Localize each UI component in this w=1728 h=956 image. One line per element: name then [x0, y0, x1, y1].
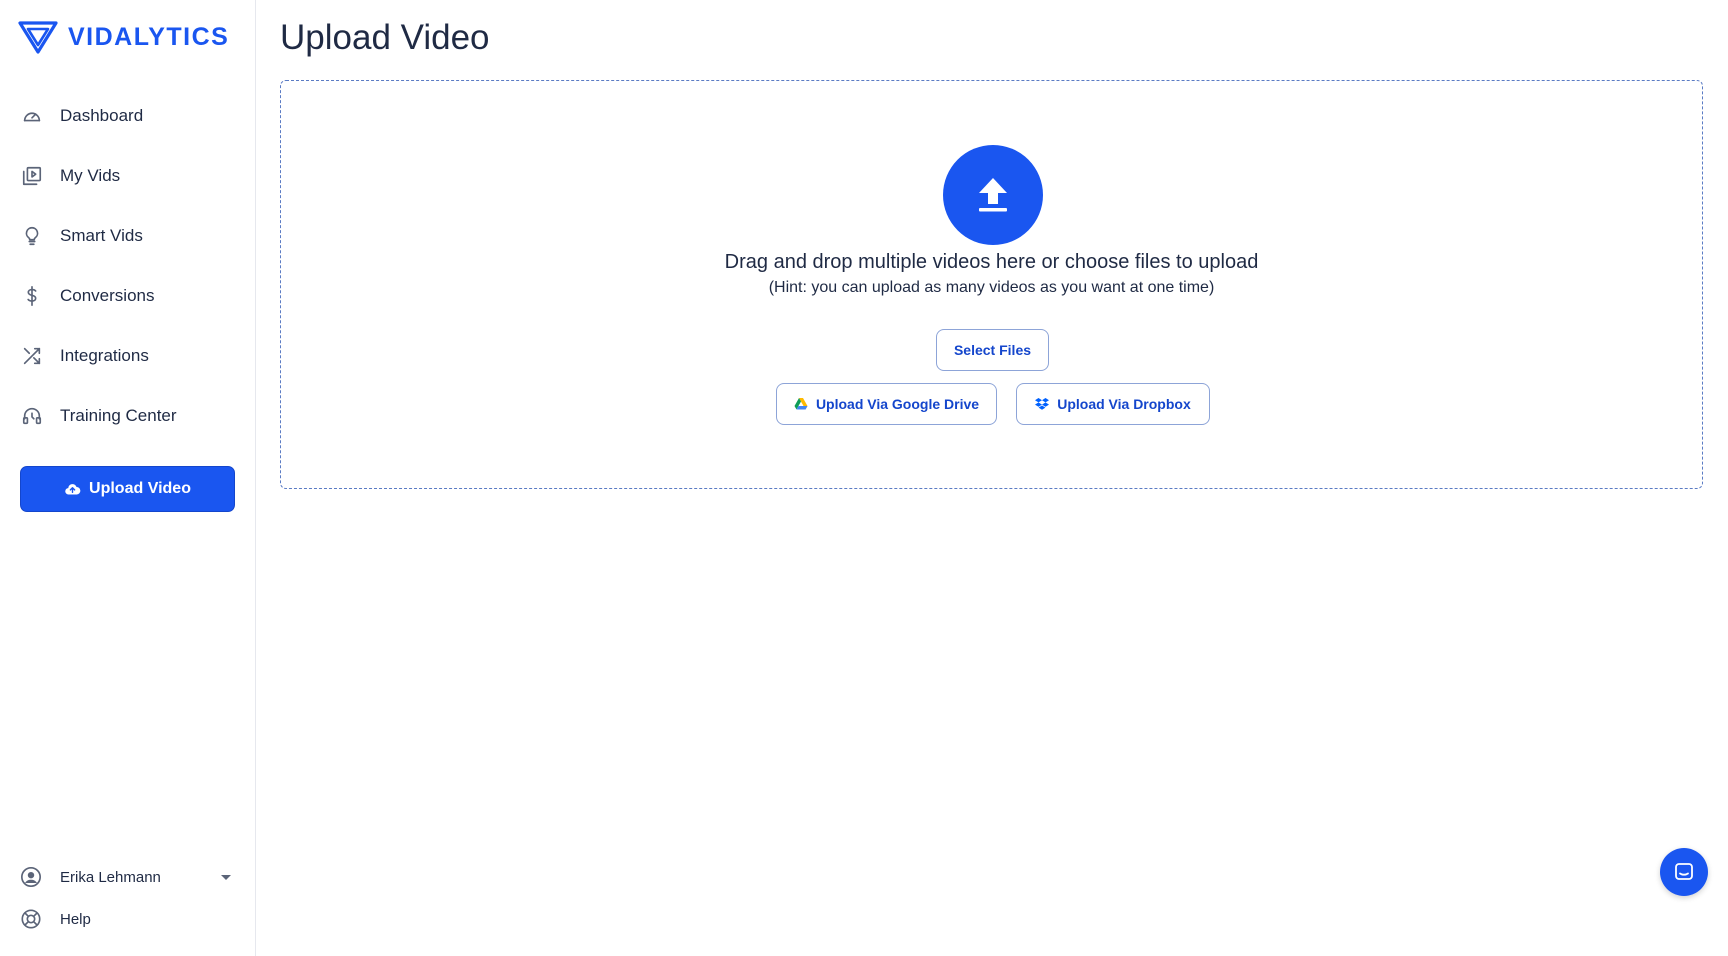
dropbox-label: Upload Via Dropbox	[1057, 396, 1191, 412]
sidebar-upload-video-button[interactable]: Upload Video	[20, 466, 235, 512]
headset-icon	[20, 404, 44, 428]
video-dropzone[interactable]: Drag and drop multiple videos here or ch…	[280, 80, 1703, 489]
video-library-icon	[20, 164, 44, 188]
lightbulb-icon	[20, 224, 44, 248]
select-files-label: Select Files	[953, 342, 1032, 358]
cloud-upload-icon	[65, 483, 81, 494]
sidebar-item-training-center[interactable]: Training Center	[0, 386, 255, 446]
lifebuoy-icon	[21, 909, 41, 929]
upload-dropbox-button[interactable]: Upload Via Dropbox	[1016, 383, 1210, 425]
dropzone-primary-text: Drag and drop multiple videos here or ch…	[724, 251, 1259, 273]
chat-support-button[interactable]	[1660, 848, 1708, 896]
chevron-down-icon	[221, 874, 231, 880]
select-files-button[interactable]: Select Files	[936, 329, 1049, 371]
dropzone-hint-text: (Hint: you can upload as many videos as …	[768, 279, 1215, 296]
upload-video-label: Upload Video	[89, 480, 191, 497]
dropbox-icon	[1035, 398, 1050, 410]
dollar-icon	[20, 284, 44, 308]
help-link[interactable]: Help	[20, 906, 91, 932]
page-title: Upload Video	[280, 18, 490, 57]
google-drive-label: Upload Via Google Drive	[815, 396, 980, 412]
sidebar-item-conversions[interactable]: Conversions	[0, 266, 255, 326]
vidalytics-logo-icon	[18, 21, 58, 54]
upload-google-drive-button[interactable]: Upload Via Google Drive	[776, 383, 997, 425]
sidebar-item-dashboard[interactable]: Dashboard	[0, 86, 255, 146]
upload-arrow-icon	[943, 145, 1043, 245]
help-label: Help	[60, 910, 91, 928]
chat-icon	[1675, 863, 1693, 880]
user-name: Erika Lehmann	[60, 868, 161, 886]
main-content: Upload Video Drag and drop multiple vide…	[256, 0, 1728, 956]
sidebar: VIDALYTICS Dashboard My Vids Smart Vids …	[0, 0, 256, 956]
sidebar-item-smart-vids[interactable]: Smart Vids	[0, 206, 255, 266]
sidebar-item-label: Training Center	[60, 406, 177, 425]
sidebar-item-label: Dashboard	[60, 106, 144, 125]
sidebar-item-integrations[interactable]: Integrations	[0, 326, 255, 386]
brand-name: VIDALYTICS	[68, 22, 230, 51]
sidebar-nav: Dashboard My Vids Smart Vids Conversions…	[0, 86, 255, 446]
sidebar-item-label: Smart Vids	[60, 226, 143, 245]
user-avatar-icon	[21, 867, 41, 887]
brand-logo[interactable]: VIDALYTICS	[18, 20, 229, 54]
google-drive-icon	[794, 398, 808, 410]
user-menu[interactable]: Erika Lehmann	[20, 864, 235, 890]
sidebar-item-label: Conversions	[60, 286, 155, 305]
sidebar-item-my-vids[interactable]: My Vids	[0, 146, 255, 206]
sidebar-item-label: Integrations	[60, 346, 149, 365]
sidebar-item-label: My Vids	[60, 166, 121, 185]
gauge-icon	[20, 104, 44, 128]
shuffle-icon	[20, 344, 44, 368]
